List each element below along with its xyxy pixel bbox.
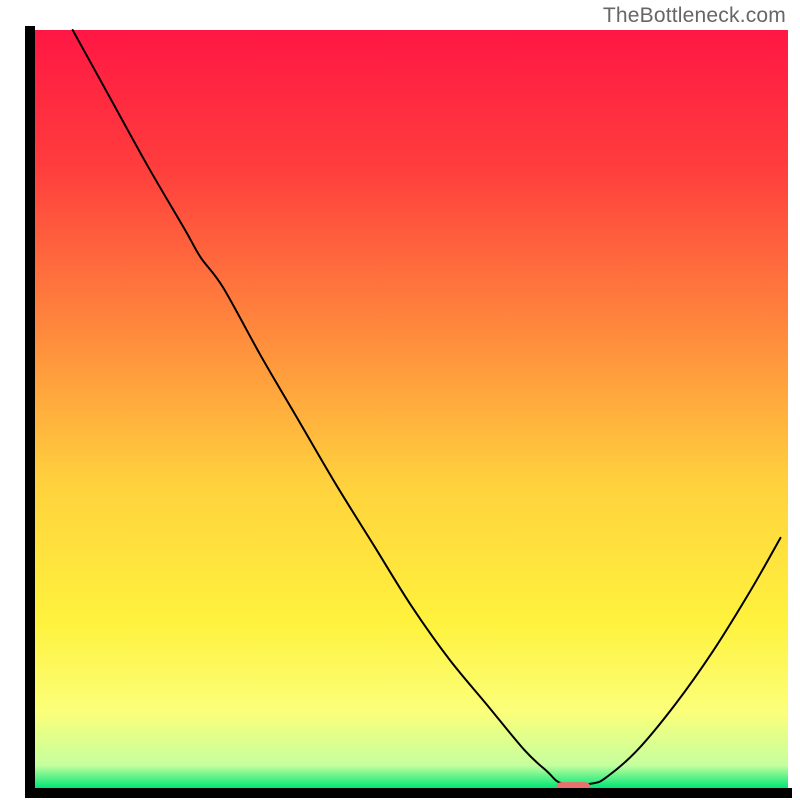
plot-area [25,26,792,798]
bottleneck-chart: TheBottleneck.com [0,0,800,800]
y-axis [25,26,35,798]
gradient-background [35,30,788,788]
watermark-text: TheBottleneck.com [603,4,786,28]
x-axis [25,788,792,798]
chart-svg [0,0,800,800]
